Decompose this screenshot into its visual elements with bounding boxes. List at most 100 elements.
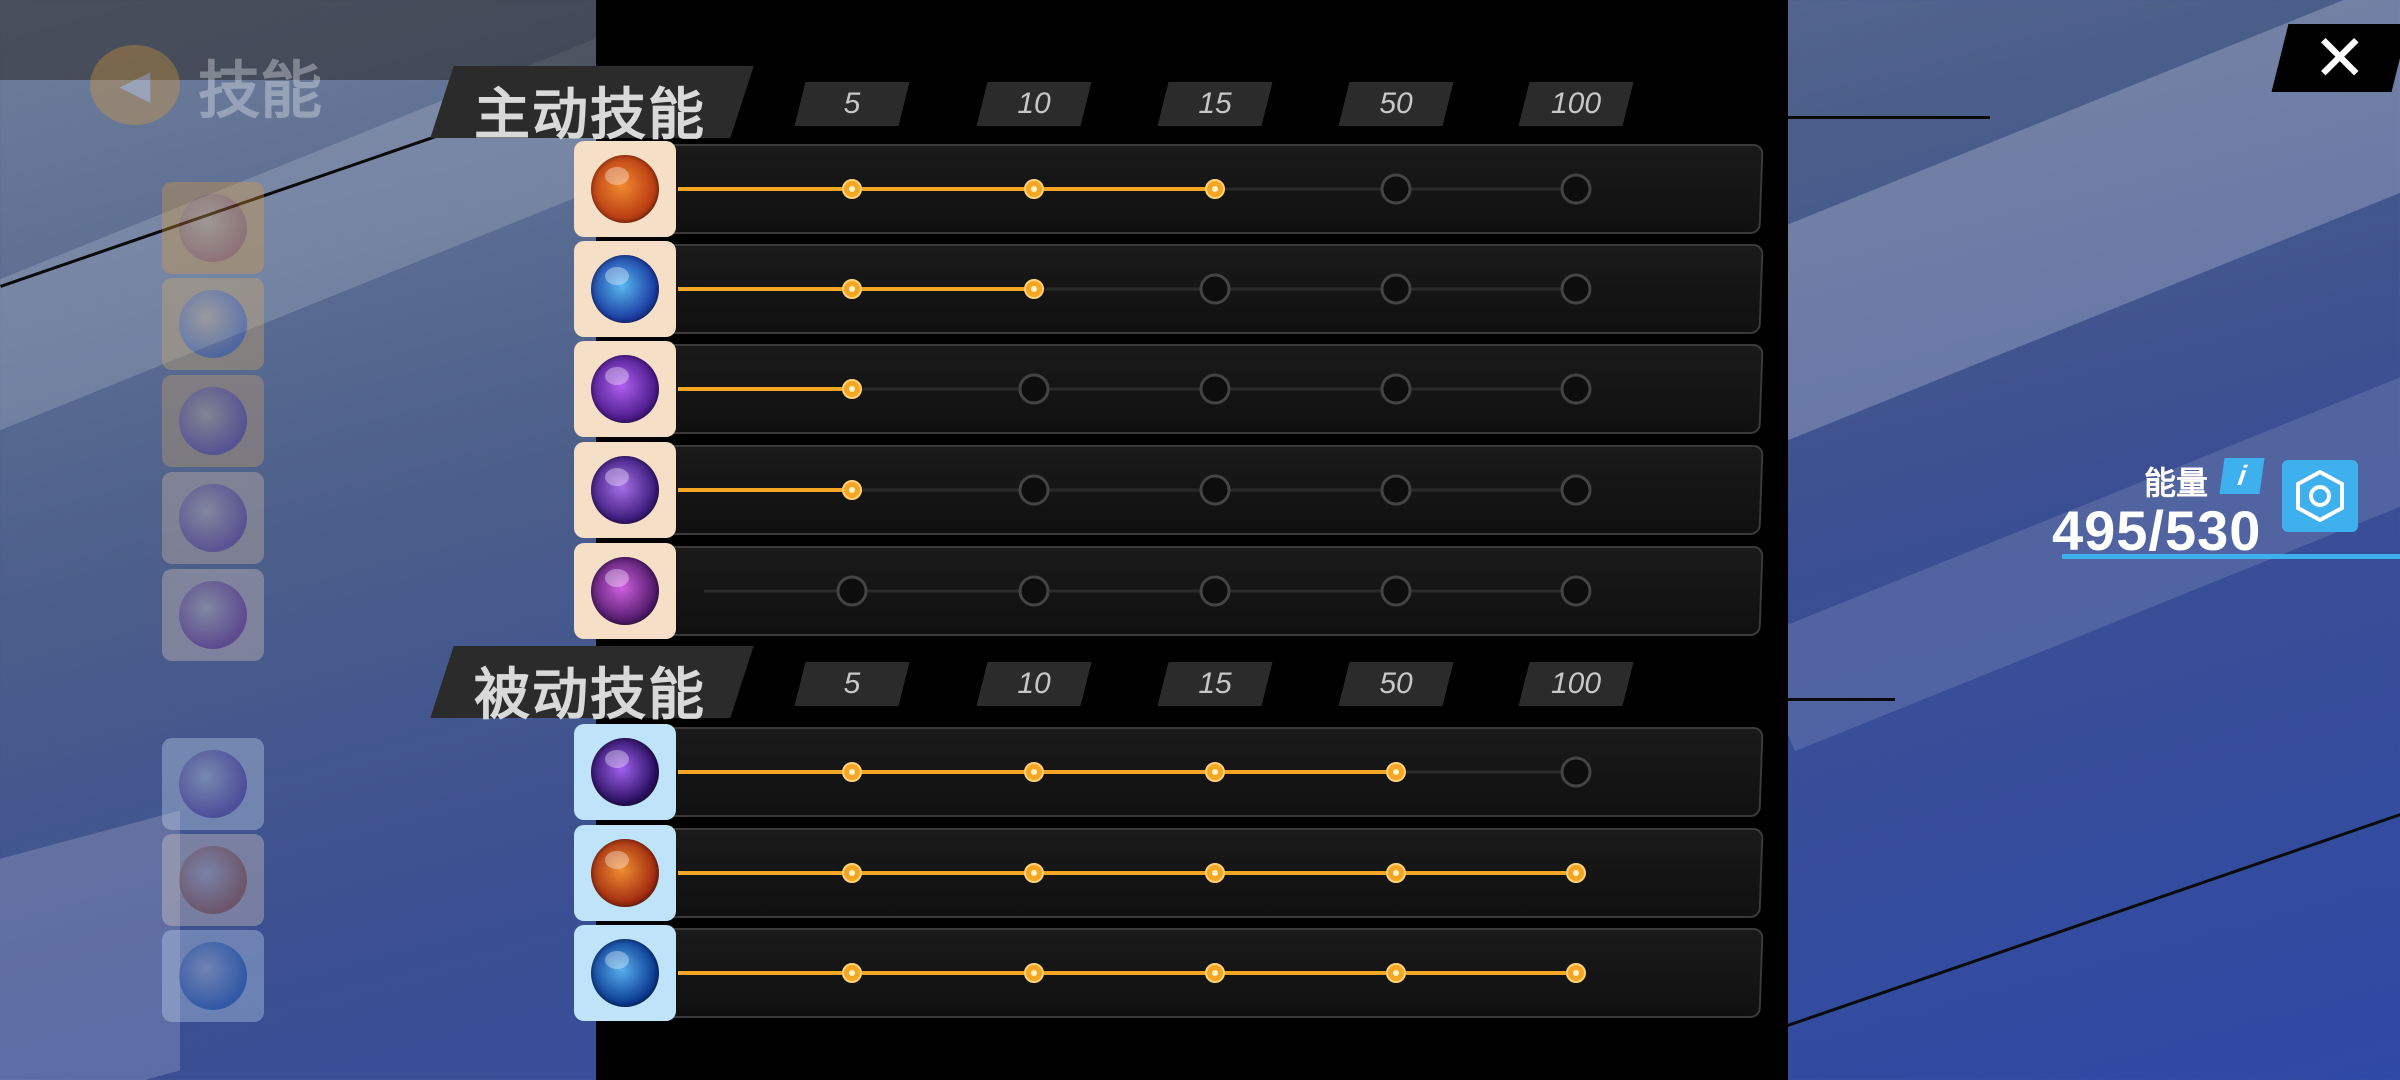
level-node-locked: [1199, 575, 1231, 607]
level-node-highlight: [1573, 870, 1579, 876]
skill-progress-track: [678, 474, 1592, 506]
sidebar-skill-fire-fist-icon[interactable]: [162, 182, 264, 274]
sidebar-skill-water-swirl-icon[interactable]: [162, 930, 264, 1022]
level-node-highlight: [849, 186, 855, 192]
fire-fist-icon: [179, 194, 247, 262]
sidebar-skill-flame-swirl-icon[interactable]: [162, 834, 264, 926]
active-skill-row[interactable]: [574, 341, 1764, 437]
level-node-locked: [1560, 273, 1592, 305]
active-skills-title: 主动技能: [474, 83, 706, 146]
level-node-highlight: [1212, 186, 1218, 192]
milestone-label: 10: [1017, 667, 1051, 700]
close-button[interactable]: ✕: [2271, 22, 2400, 94]
level-node-locked: [1560, 373, 1592, 405]
passive-skills-title: 被动技能: [474, 663, 706, 726]
milestone-label: 5: [843, 667, 861, 700]
level-node-locked: [1018, 373, 1050, 405]
skill-progress-track: [678, 963, 1586, 983]
milestone-100: 100: [1518, 82, 1634, 126]
level-node-highlight: [1212, 769, 1218, 775]
background-line: [1780, 698, 1895, 701]
skill-progress-track: [704, 575, 1592, 607]
milestone-100: 100: [1518, 662, 1634, 706]
burst-icon: [179, 387, 247, 455]
level-node-locked: [1380, 575, 1412, 607]
galaxy-icon: [179, 750, 247, 818]
sidebar-skill-vortex-icon[interactable]: [162, 569, 264, 661]
sidebar-skill-figure-icon[interactable]: [162, 472, 264, 564]
milestone-label: 50: [1379, 87, 1413, 120]
level-node-locked: [1018, 474, 1050, 506]
energy-display: 能量 i 495/530: [2052, 446, 2400, 566]
level-node-locked: [1560, 474, 1592, 506]
level-node-locked: [1380, 474, 1412, 506]
passive-skill-row[interactable]: [574, 724, 1764, 820]
level-node-highlight: [1031, 769, 1037, 775]
active-skill-row[interactable]: [574, 543, 1764, 639]
level-node-highlight: [1573, 970, 1579, 976]
skill-progress-track: [678, 373, 1592, 405]
level-node-highlight: [1212, 970, 1218, 976]
milestone-label: 15: [1198, 667, 1232, 700]
sidebar-skill-shield-icon[interactable]: [162, 278, 264, 370]
level-node-highlight: [849, 769, 855, 775]
milestone-label: 100: [1550, 667, 1602, 700]
energy-gem-button[interactable]: [2282, 460, 2358, 532]
level-node-locked: [1560, 173, 1592, 205]
flame-swirl-icon: [179, 846, 247, 914]
level-node-highlight: [1393, 769, 1399, 775]
shield-icon: [179, 290, 247, 358]
skill-progress-track: [678, 863, 1586, 883]
skill-progress-track: [678, 756, 1592, 788]
level-node-highlight: [1393, 870, 1399, 876]
level-node-highlight: [1031, 286, 1037, 292]
level-node-highlight: [849, 870, 855, 876]
sidebar-skill-burst-icon[interactable]: [162, 375, 264, 467]
level-node-highlight: [1031, 870, 1037, 876]
level-node-highlight: [1212, 870, 1218, 876]
info-button[interactable]: i: [2219, 458, 2265, 494]
level-node-locked: [1380, 173, 1412, 205]
figure-icon: [179, 484, 247, 552]
milestone-15: 15: [1157, 662, 1273, 706]
level-node-locked: [1199, 273, 1231, 305]
level-node-highlight: [1031, 186, 1037, 192]
active-skill-row[interactable]: [574, 442, 1764, 538]
back-arrow-icon[interactable]: ◀: [90, 45, 180, 125]
level-node-locked: [836, 575, 868, 607]
close-icon: ✕: [2313, 22, 2367, 94]
level-node-locked: [1018, 575, 1050, 607]
milestone-50: 50: [1338, 82, 1454, 126]
level-node-highlight: [849, 970, 855, 976]
milestone-label: 10: [1017, 87, 1051, 120]
energy-underline: [2062, 554, 2400, 559]
milestone-label: 50: [1379, 667, 1413, 700]
sidebar: ◀ 技能: [0, 0, 600, 1080]
level-node-locked: [1560, 756, 1592, 788]
level-node-highlight: [849, 487, 855, 493]
vortex-icon: [179, 581, 247, 649]
level-node-locked: [1560, 575, 1592, 607]
sidebar-skill-galaxy-icon[interactable]: [162, 738, 264, 830]
energy-gem-icon: [2296, 470, 2344, 522]
milestone-5: 5: [794, 82, 910, 126]
background-line: [1770, 802, 2400, 1033]
milestone-5: 5: [794, 662, 910, 706]
level-node-highlight: [1031, 970, 1037, 976]
milestone-label: 100: [1550, 87, 1602, 120]
level-node-locked: [1199, 474, 1231, 506]
level-node-highlight: [849, 286, 855, 292]
passive-skill-row[interactable]: [574, 925, 1764, 1021]
milestone-10: 10: [976, 662, 1092, 706]
active-skill-row[interactable]: [574, 141, 1764, 237]
milestone-10: 10: [976, 82, 1092, 126]
sidebar-title: 技能: [198, 57, 323, 126]
active-skills-header: 主动技能: [430, 66, 754, 146]
milestone-label: 15: [1198, 87, 1232, 120]
active-skill-row[interactable]: [574, 241, 1764, 337]
level-node-locked: [1380, 373, 1412, 405]
passive-skill-row[interactable]: [574, 825, 1764, 921]
skill-progress-track: [678, 273, 1592, 305]
skill-progress-track: [678, 173, 1592, 205]
level-node-highlight: [1393, 970, 1399, 976]
